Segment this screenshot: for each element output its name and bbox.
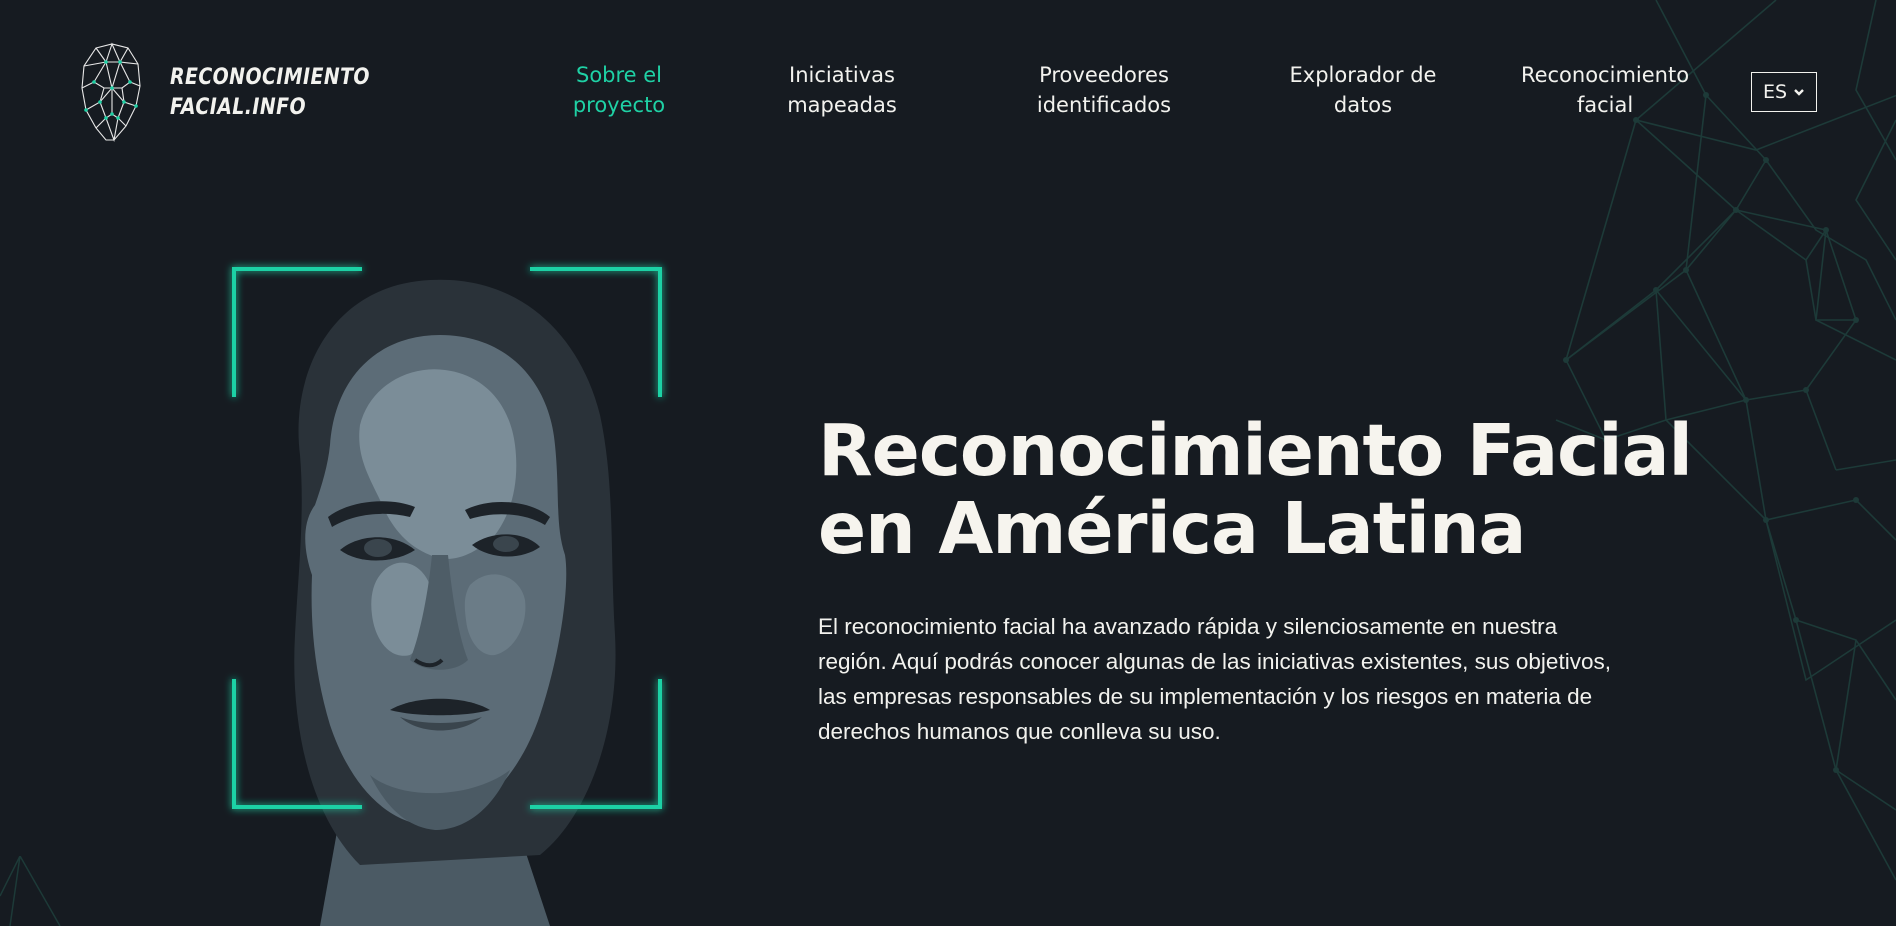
nav-item-label-line-1: Reconocimiento xyxy=(1520,63,1690,87)
nav-item-reconocimiento-facial[interactable]: Reconocimiento facial xyxy=(1505,60,1705,120)
nav-item-label-line-2: facial xyxy=(1576,93,1634,117)
network-corner-decoration xyxy=(0,856,61,926)
chevron-down-icon xyxy=(1794,89,1804,96)
nav-item-label-line-1: Explorador de xyxy=(1289,63,1437,87)
nav-item-proveedores-identificados[interactable]: Proveedores identificados xyxy=(1004,60,1204,120)
nav-item-sobre-el-proyecto[interactable]: Sobre el proyecto xyxy=(519,60,719,120)
language-select[interactable]: ES xyxy=(1751,72,1817,112)
site-header: RECONOCIMIENTO FACIAL.INFO Sobre el proy… xyxy=(0,0,1896,180)
nav-item-label-line-1: Iniciativas xyxy=(789,63,895,87)
nav-item-label-line-2: mapeadas xyxy=(787,93,897,117)
language-select-value: ES xyxy=(1762,81,1788,103)
hero-title-line-2: en América Latina xyxy=(818,487,1526,570)
nav-item-iniciativas-mapeadas[interactable]: Iniciativas mapeadas xyxy=(742,60,942,120)
nav-item-label-line-2: proyecto xyxy=(572,93,666,117)
nav-item-label-line-1: Sobre el xyxy=(575,63,663,87)
hero-description: El reconocimiento facial ha avanzado ráp… xyxy=(818,614,1611,744)
nav-item-label-line-2: identificados xyxy=(1036,93,1172,117)
nav-item-label-line-2: datos xyxy=(1333,93,1393,117)
hero-title-line-1: Reconocimiento Facial xyxy=(818,409,1693,492)
main-navigation: Sobre el proyecto Iniciativas mapeadas P… xyxy=(0,60,1896,124)
face-illustration xyxy=(232,267,662,926)
nav-item-label-line-1: Proveedores xyxy=(1039,63,1169,87)
nav-item-explorador-de-datos[interactable]: Explorador de datos xyxy=(1263,60,1463,120)
hero-title: Reconocimiento Facial en América Latina xyxy=(818,412,1778,568)
